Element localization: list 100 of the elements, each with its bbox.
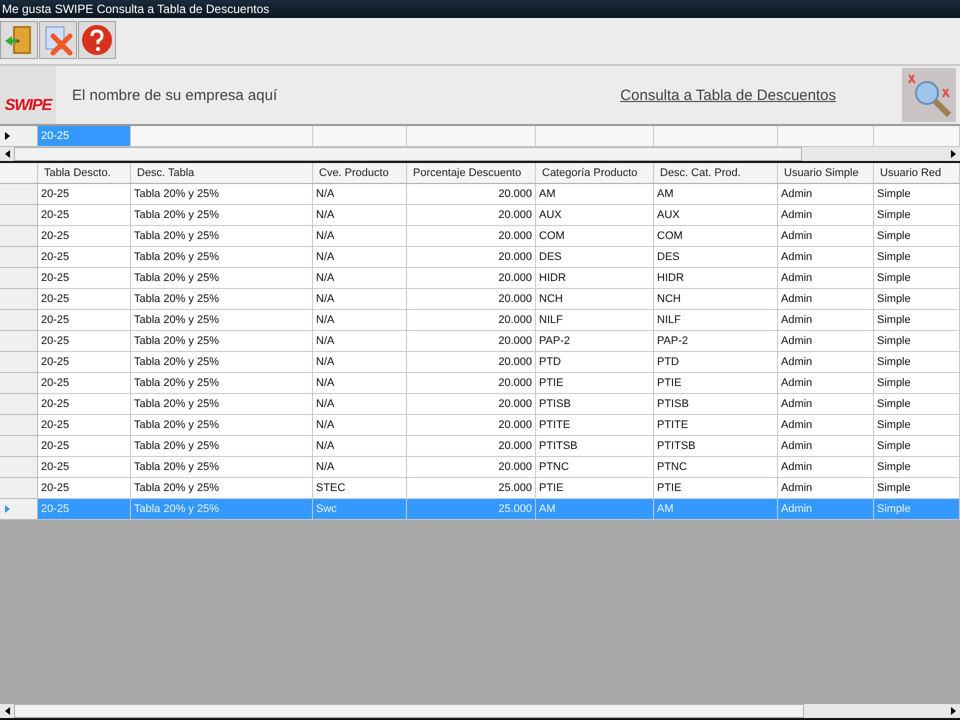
table-cell: 20-25 <box>38 184 131 205</box>
right-arrow-icon <box>5 505 10 513</box>
table-cell: Simple <box>874 268 960 289</box>
table-cell: N/A <box>313 310 407 331</box>
table-cell: 20-25 <box>38 478 131 499</box>
table-cell: HIDR <box>536 268 654 289</box>
column-header[interactable]: Tabla Descto. <box>38 163 131 184</box>
table-cell: PTITSB <box>654 436 778 457</box>
table-cell: Tabla 20% y 25% <box>131 310 313 331</box>
column-header[interactable]: Desc. Tabla <box>131 163 313 184</box>
filter-cell[interactable] <box>654 126 778 147</box>
right-arrow-icon <box>950 150 956 158</box>
table-cell: AM <box>536 499 654 520</box>
table-row[interactable]: 20-25 Tabla 20% y 25% N/A 20.000 PTD PTD Admin Simple <box>0 352 960 373</box>
table-cell: N/A <box>313 184 407 205</box>
help-button[interactable] <box>78 21 116 59</box>
column-header[interactable]: Usuario Simple <box>778 163 874 184</box>
table-cell: 20.000 <box>407 436 536 457</box>
column-header[interactable]: Categoría Producto <box>536 163 654 184</box>
table-cell: Tabla 20% y 25% <box>131 373 313 394</box>
table-cell: Simple <box>874 331 960 352</box>
table-row[interactable]: 20-25 Tabla 20% y 25% N/A 20.000 NILF NILF Admin Simple <box>0 310 960 331</box>
table-cell: COM <box>654 226 778 247</box>
table-row[interactable]: 20-25 Tabla 20% y 25% N/A 20.000 HIDR HIDR Admin Simple <box>0 268 960 289</box>
table-cell: 20.000 <box>407 268 536 289</box>
table-cell: Admin <box>778 310 874 331</box>
table-row[interactable]: 20-25 Tabla 20% y 25% N/A 20.000 PTIE PTIE Admin Simple <box>0 373 960 394</box>
filter-cell[interactable] <box>407 126 536 147</box>
corner-header <box>0 163 38 184</box>
table-row[interactable]: 20-25 Tabla 20% y 25% N/A 20.000 PTITSB PTITSB Admin Simple <box>0 436 960 457</box>
table-cell: N/A <box>313 247 407 268</box>
help-icon <box>81 24 113 56</box>
exit-button[interactable] <box>0 21 38 59</box>
table-cell: N/A <box>313 352 407 373</box>
column-header[interactable]: Desc. Cat. Prod. <box>654 163 778 184</box>
table-cell: Tabla 20% y 25% <box>131 205 313 226</box>
scrollbar-thumb[interactable] <box>14 704 804 718</box>
table-row[interactable]: 20-25 Tabla 20% y 25% N/A 20.000 AM AM Admin Simple <box>0 184 960 205</box>
table-cell: 20.000 <box>407 226 536 247</box>
table-cell: Simple <box>874 394 960 415</box>
table-cell: AUX <box>536 205 654 226</box>
table-cell: Admin <box>778 415 874 436</box>
table-cell: N/A <box>313 373 407 394</box>
table-row[interactable]: 20-25 Tabla 20% y 25% N/A 20.000 AUX AUX Admin Simple <box>0 205 960 226</box>
table-cell: PTIE <box>536 373 654 394</box>
column-header[interactable]: Cve. Producto <box>313 163 407 184</box>
table-row[interactable]: 20-25 Tabla 20% y 25% N/A 20.000 PTITE PTITE Admin Simple <box>0 415 960 436</box>
table-row[interactable]: 20-25 Tabla 20% y 25% STEC 25.000 PTIE PTIE Admin Simple <box>0 478 960 499</box>
horizontal-scrollbar[interactable] <box>0 147 960 163</box>
table-cell: Simple <box>874 247 960 268</box>
table-cell: PTIE <box>654 478 778 499</box>
table-row[interactable]: 20-25 Tabla 20% y 25% N/A 20.000 PTISB PTISB Admin Simple <box>0 394 960 415</box>
table-cell: Admin <box>778 352 874 373</box>
table-row[interactable]: 20-25 Tabla 20% y 25% N/A 20.000 PAP-2 PAP-2 Admin Simple <box>0 331 960 352</box>
table-cell: N/A <box>313 226 407 247</box>
table-cell: PTISB <box>654 394 778 415</box>
window-title: Me gusta SWIPE Consulta a Tabla de Descuentos <box>0 0 960 18</box>
table-cell: Simple <box>874 184 960 205</box>
table-row[interactable]: 20-25 Tabla 20% y 25% N/A 20.000 COM COM Admin Simple <box>0 226 960 247</box>
table-cell: 20-25 <box>38 331 131 352</box>
table-cell: Simple <box>874 499 960 520</box>
table-cell: PTIE <box>536 478 654 499</box>
table-cell: N/A <box>313 415 407 436</box>
table-cell: 25.000 <box>407 499 536 520</box>
table-cell: Admin <box>778 226 874 247</box>
column-header[interactable]: Porcentaje Descuento <box>407 163 536 184</box>
right-arrow-icon <box>5 132 10 140</box>
table-row[interactable]: 20-25 Tabla 20% y 25% N/A 20.000 NCH NCH Admin Simple <box>0 289 960 310</box>
column-header[interactable]: Usuario Red <box>874 163 960 184</box>
table-cell: Admin <box>778 478 874 499</box>
table-cell: 20.000 <box>407 184 536 205</box>
title-link[interactable]: Consulta a Tabla de Descuentos <box>620 86 836 104</box>
left-arrow-icon <box>4 150 10 158</box>
table-cell: NILF <box>536 310 654 331</box>
scrollbar-thumb[interactable] <box>14 147 802 161</box>
table-cell: 20.000 <box>407 331 536 352</box>
table-cell: AM <box>536 184 654 205</box>
table-row[interactable]: 20-25 Tabla 20% y 25% N/A 20.000 PTNC PTNC Admin Simple <box>0 457 960 478</box>
table-cell: Admin <box>778 331 874 352</box>
table-row[interactable]: 20-25 Tabla 20% y 25% N/A 20.000 DES DES Admin Simple <box>0 247 960 268</box>
table-cell: 20-25 <box>38 436 131 457</box>
table-cell: NILF <box>654 310 778 331</box>
table-cell: Admin <box>778 436 874 457</box>
table-cell: N/A <box>313 394 407 415</box>
horizontal-scrollbar[interactable] <box>0 704 960 720</box>
table-cell: PTNC <box>654 457 778 478</box>
filter-cell[interactable] <box>313 126 407 147</box>
table-cell: 20-25 <box>38 226 131 247</box>
filter-cell[interactable] <box>874 126 960 147</box>
filter-cell[interactable] <box>778 126 874 147</box>
filter-cell[interactable] <box>536 126 654 147</box>
table-cell: 25.000 <box>407 478 536 499</box>
table-cell: 20.000 <box>407 352 536 373</box>
company-name: El nombre de su empresa aquí <box>72 86 278 104</box>
cancel-button[interactable] <box>39 21 77 59</box>
left-arrow-icon <box>4 707 10 715</box>
filter-cell[interactable] <box>131 126 313 147</box>
row-header[interactable] <box>0 126 38 147</box>
table-cell: 20-25 <box>38 310 131 331</box>
table-cell: Admin <box>778 184 874 205</box>
